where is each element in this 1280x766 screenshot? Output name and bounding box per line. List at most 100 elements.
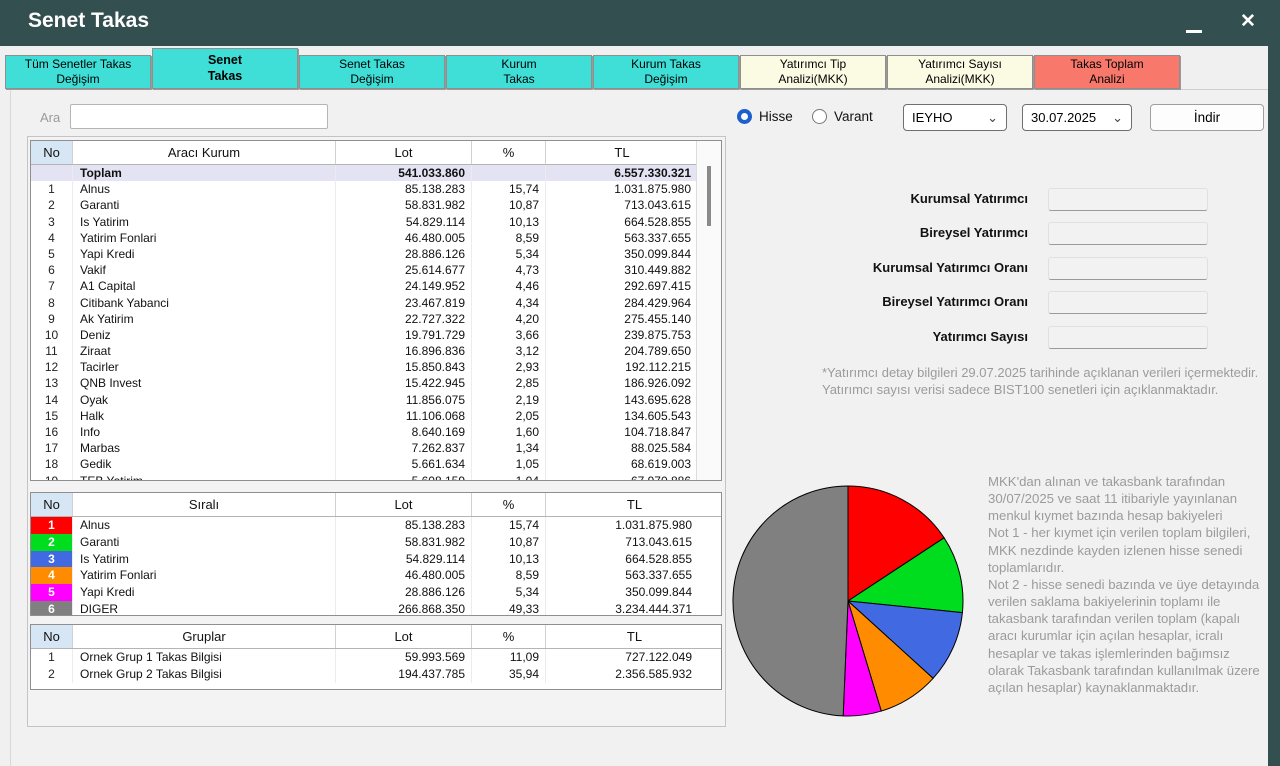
row-name-cell: Toplam: [73, 165, 336, 181]
table-row[interactable]: 2Ornek Grup 2 Takas Bilgisi194.437.78535…: [31, 666, 721, 683]
row-lot-cell: 15.422.945: [336, 375, 472, 391]
table-row[interactable]: 16Info8.640.1691,60104.718.847: [31, 424, 721, 440]
date-select[interactable]: 30.07.2025 ⌄: [1022, 104, 1132, 131]
tab-8[interactable]: Takas Toplam Analizi: [1034, 55, 1180, 89]
table-row[interactable]: 18Gedik5.661.6341,0568.619.003: [31, 456, 721, 472]
minimize-icon[interactable]: [1186, 30, 1202, 33]
table-row[interactable]: 4Yatirim Fonlari46.480.0058,59563.337.65…: [31, 230, 721, 246]
radio-varant[interactable]: Varant: [812, 109, 873, 124]
row-name-cell: Alnus: [73, 517, 336, 534]
investor-field-row: Bireysel Yatırımcı: [770, 222, 1210, 246]
row-lot-cell: 58.831.982: [336, 197, 472, 213]
investor-note-text: *Yatırımcı detay bilgileri 29.07.2025 ta…: [822, 364, 1264, 398]
table-row[interactable]: 12Tacirler15.850.8432,93192.112.215: [31, 359, 721, 375]
table-row[interactable]: 2Garanti58.831.98210,87713.043.615: [31, 197, 721, 213]
row-name-cell: Ziraat: [73, 343, 336, 359]
table-row[interactable]: 9Ak Yatirim22.727.3224,20275.455.140: [31, 311, 721, 327]
chevron-down-icon: ⌄: [1112, 110, 1123, 126]
column-header: No: [31, 493, 73, 516]
row-tl-cell: 713.043.615: [546, 534, 722, 551]
table-row[interactable]: 19TEB Yatirim5.608.1591,0467.970.886: [31, 473, 721, 481]
download-button[interactable]: İndir: [1150, 104, 1264, 131]
table-row[interactable]: 2Garanti58.831.98210,87713.043.615: [31, 534, 721, 551]
radio-selected-icon[interactable]: [737, 109, 752, 124]
table-row[interactable]: 1Alnus85.138.28315,741.031.875.980: [31, 517, 721, 534]
table-row[interactable]: 13QNB Invest15.422.9452,85186.926.092: [31, 375, 721, 391]
table-row[interactable]: 6Vakif25.614.6774,73310.449.882: [31, 262, 721, 278]
table-row[interactable]: 3Is Yatirim54.829.11410,13664.528.855: [31, 214, 721, 230]
tab-5[interactable]: Kurum Takas Değişim: [593, 55, 739, 89]
table-row[interactable]: 11Ziraat16.896.8363,12204.789.650: [31, 343, 721, 359]
row-lot-cell: 22.727.322: [336, 311, 472, 327]
investor-field-input[interactable]: [1048, 257, 1208, 280]
table-row[interactable]: 7A1 Capital24.149.9524,46292.697.415: [31, 278, 721, 294]
table-row[interactable]: 3Is Yatirim54.829.11410,13664.528.855: [31, 551, 721, 568]
row-tl-cell: 275.455.140: [546, 311, 698, 327]
row-pct-cell: [472, 165, 546, 181]
row-pct-cell: 15,74: [472, 517, 546, 534]
radio-hisse[interactable]: Hisse: [737, 109, 793, 124]
row-pct-cell: 11,09: [472, 649, 546, 666]
row-tl-cell: 713.043.615: [546, 197, 698, 213]
table-row[interactable]: 5Yapi Kredi28.886.1265,34350.099.844: [31, 584, 721, 601]
row-pct-cell: 10,87: [472, 197, 546, 213]
row-tl-cell: 2.356.585.932: [546, 666, 722, 683]
table-body: Toplam541.033.8606.557.330.3211Alnus85.1…: [31, 165, 721, 481]
tab-7[interactable]: Yatırımcı Sayısı Analizi(MKK): [887, 55, 1033, 89]
row-name-cell: Yapi Kredi: [73, 246, 336, 262]
row-name-cell: Yatirim Fonlari: [73, 567, 336, 584]
investor-field-label: Kurumsal Yatırımcı Oranı: [770, 260, 1028, 275]
column-header: TL: [546, 493, 722, 516]
investor-field-row: Yatırımcı Sayısı: [770, 326, 1210, 350]
table-row[interactable]: Toplam541.033.8606.557.330.321: [31, 165, 721, 181]
table-row[interactable]: 10Deniz19.791.7293,66239.875.753: [31, 327, 721, 343]
table-row[interactable]: 15Halk11.106.0682,05134.605.543: [31, 408, 721, 424]
scrollbar-thumb[interactable]: [707, 166, 711, 226]
table-row[interactable]: 1Alnus85.138.28315,741.031.875.980: [31, 181, 721, 197]
row-name-cell: Yatirim Fonlari: [73, 230, 336, 246]
row-lot-cell: 23.467.819: [336, 295, 472, 311]
row-tl-cell: 350.099.844: [546, 584, 722, 601]
investor-field-input[interactable]: [1048, 188, 1208, 211]
title-bar: Senet Takas ✕: [0, 0, 1280, 46]
row-lot-cell: 194.437.785: [336, 666, 472, 683]
table-row[interactable]: 1Ornek Grup 1 Takas Bilgisi59.993.56911,…: [31, 649, 721, 666]
table-row[interactable]: 5Yapi Kredi28.886.1265,34350.099.844: [31, 246, 721, 262]
tab-1[interactable]: Tüm Senetler Takas Değişim: [5, 55, 151, 89]
row-tl-cell: 350.099.844: [546, 246, 698, 262]
table-row[interactable]: 8Citibank Yabanci23.467.8194,34284.429.9…: [31, 295, 721, 311]
tab-6[interactable]: Yatırımcı Tip Analizi(MKK): [740, 55, 886, 89]
row-lot-cell: 54.829.114: [336, 214, 472, 230]
tab-2[interactable]: Senet Takas: [152, 48, 298, 89]
table-row[interactable]: 17Marbas7.262.8371,3488.025.584: [31, 440, 721, 456]
symbol-select[interactable]: IEYHO ⌄: [903, 104, 1007, 131]
table-row[interactable]: 14Oyak11.856.0752,19143.695.628: [31, 392, 721, 408]
investor-field-input[interactable]: [1048, 291, 1208, 314]
tab-4[interactable]: Kurum Takas: [446, 55, 592, 89]
table-row[interactable]: 6DIGER266.868.35049,333.234.444.371: [31, 601, 721, 616]
investor-field-row: Bireysel Yatırımcı Oranı: [770, 291, 1210, 315]
radio-unselected-icon[interactable]: [812, 109, 827, 124]
investor-field-label: Bireysel Yatırımcı Oranı: [770, 294, 1028, 309]
column-header: %: [472, 141, 546, 164]
row-name-cell: Citibank Yabanci: [73, 295, 336, 311]
row-pct-cell: 10,13: [472, 214, 546, 230]
table-header: NoSıralıLot%TL: [31, 493, 721, 517]
investor-field-input[interactable]: [1048, 326, 1208, 349]
row-name-cell: Deniz: [73, 327, 336, 343]
row-no-cell: 1: [31, 517, 73, 534]
row-no-cell: 14: [31, 392, 73, 408]
groups-table: NoGruplarLot%TL1Ornek Grup 1 Takas Bilgi…: [30, 624, 722, 690]
row-no-cell: 13: [31, 375, 73, 391]
row-lot-cell: 28.886.126: [336, 584, 472, 601]
search-input[interactable]: [70, 104, 328, 129]
table-header: NoAracı KurumLot%TL: [31, 141, 721, 165]
pie-slice-DIGER: [733, 486, 848, 716]
symbol-select-value: IEYHO: [912, 110, 952, 125]
tab-3[interactable]: Senet Takas Değişim: [299, 55, 445, 89]
table-row[interactable]: 4Yatirim Fonlari46.480.0058,59563.337.65…: [31, 567, 721, 584]
close-icon[interactable]: ✕: [1240, 10, 1256, 33]
scrollbar-track[interactable]: [696, 141, 721, 480]
investor-field-input[interactable]: [1048, 222, 1208, 245]
row-pct-cell: 3,12: [472, 343, 546, 359]
